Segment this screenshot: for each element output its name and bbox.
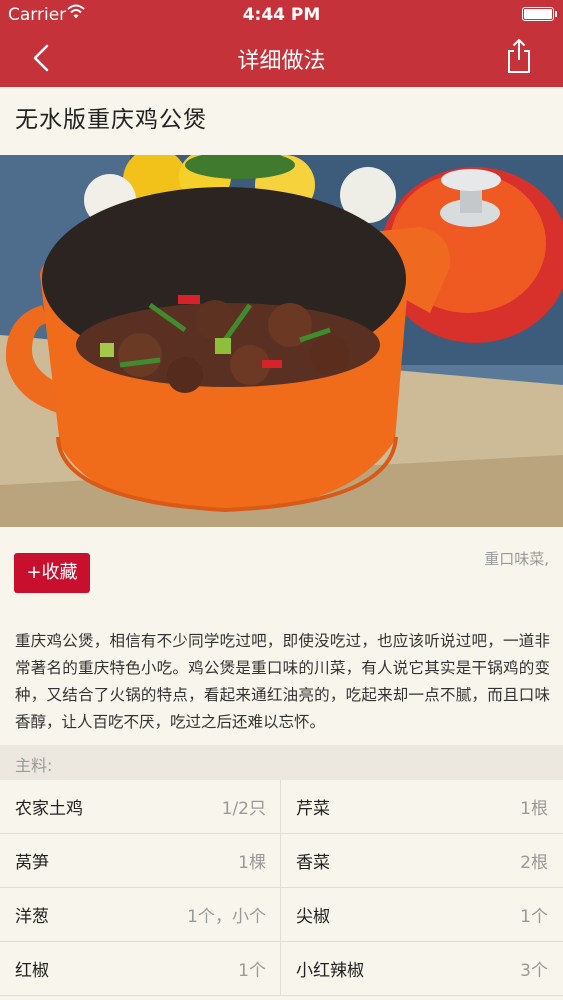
ingredient-cell: 莴笋 1棵 bbox=[0, 834, 281, 887]
recipe-title: 无水版重庆鸡公煲 bbox=[15, 107, 207, 133]
status-bar: Carrier 4:44 PM bbox=[0, 0, 563, 30]
ingredient-name: 香菜 bbox=[296, 853, 330, 873]
ingredient-name: 尖椒 bbox=[296, 907, 330, 927]
ingredients-header: 主料: bbox=[0, 745, 563, 780]
ingredient-amount: 2根 bbox=[520, 853, 548, 873]
clock: 4:44 PM bbox=[242, 5, 321, 25]
ingredient-name: 芹菜 bbox=[296, 799, 330, 819]
ingredient-cell: 尖椒 1个 bbox=[281, 888, 562, 941]
ingredient-cell: 红椒 1个 bbox=[0, 942, 281, 995]
ingredient-amount: 1棵 bbox=[238, 853, 266, 873]
ingredient-name: 小红辣椒 bbox=[296, 961, 364, 981]
ingredient-cell: 芹菜 1根 bbox=[281, 780, 562, 833]
ingredient-amount: 3个 bbox=[520, 961, 548, 981]
recipe-tags: 重口味菜, bbox=[484, 550, 549, 568]
table-row: 红椒 1个 小红辣椒 3个 bbox=[0, 942, 563, 996]
recipe-description: 重庆鸡公煲，相信有不少同学吃过吧，即使没吃过，也应该听说过吧，一道非常著名的重庆… bbox=[15, 632, 550, 731]
ingredients-table: 农家土鸡 1/2只 芹菜 1根 莴笋 1棵 香菜 2根 洋葱 1个，小个 尖椒 … bbox=[0, 780, 563, 996]
ingredient-cell: 小红辣椒 3个 bbox=[281, 942, 562, 995]
share-icon[interactable] bbox=[505, 37, 533, 75]
table-row: 洋葱 1个，小个 尖椒 1个 bbox=[0, 888, 563, 942]
ingredient-name: 红椒 bbox=[15, 961, 49, 981]
ingredient-amount: 1个 bbox=[520, 907, 548, 927]
table-row: 莴笋 1棵 香菜 2根 bbox=[0, 834, 563, 888]
nav-title: 详细做法 bbox=[237, 49, 326, 74]
battery-icon bbox=[522, 7, 554, 21]
ingredient-cell: 香菜 2根 bbox=[281, 834, 562, 887]
recipe-photo bbox=[0, 155, 563, 527]
table-row: 农家土鸡 1/2只 芹菜 1根 bbox=[0, 780, 563, 834]
ingredient-amount: 1个，小个 bbox=[187, 907, 266, 927]
ingredients-header-label: 主料: bbox=[15, 756, 53, 775]
battery-tip bbox=[555, 11, 557, 17]
ingredient-amount: 1根 bbox=[520, 799, 548, 819]
nav-bar: 详细做法 bbox=[0, 30, 563, 87]
ingredient-name: 莴笋 bbox=[15, 853, 49, 873]
ingredient-cell: 洋葱 1个，小个 bbox=[0, 888, 281, 941]
ingredient-amount: 1个 bbox=[238, 961, 266, 981]
favorite-button[interactable]: +收藏 bbox=[14, 553, 90, 593]
ingredient-name: 农家土鸡 bbox=[15, 799, 83, 819]
ingredient-name: 洋葱 bbox=[15, 907, 49, 927]
ingredient-cell: 农家土鸡 1/2只 bbox=[0, 780, 281, 833]
ingredient-amount: 1/2只 bbox=[221, 799, 266, 819]
